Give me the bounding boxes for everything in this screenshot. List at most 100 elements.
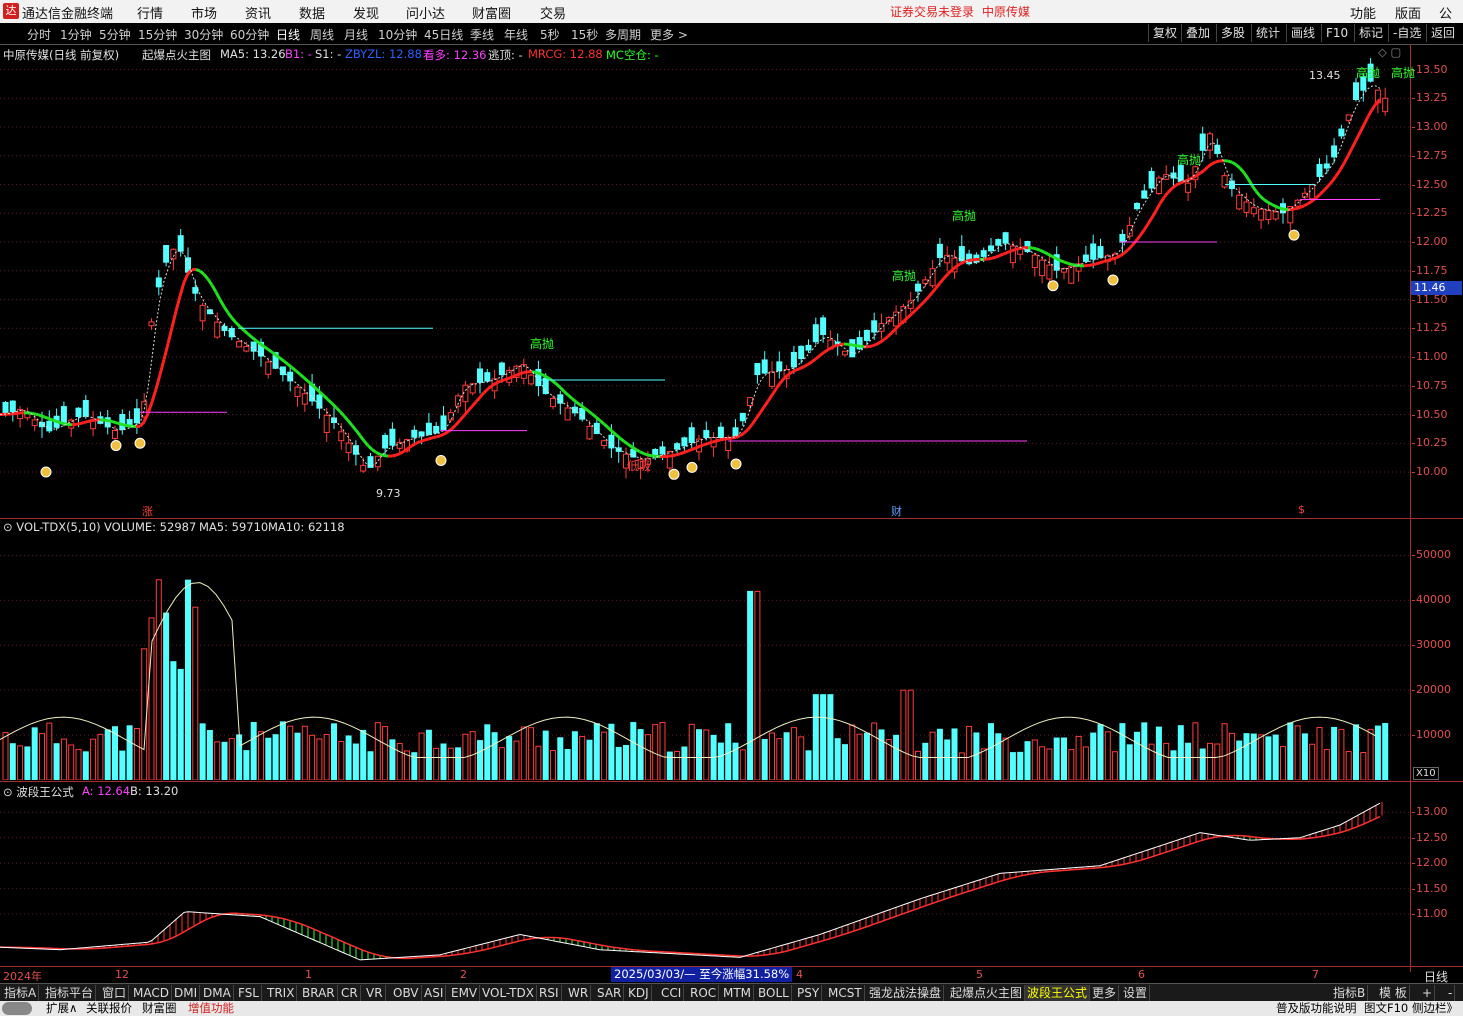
panel-divider-2[interactable] [0, 781, 1463, 782]
period-60min[interactable]: 60分钟 [230, 26, 269, 43]
tab-right-2[interactable]: + [1420, 985, 1436, 1001]
menu-caifuquan[interactable]: 财富圈 [472, 3, 511, 22]
main-kline-chart[interactable] [0, 58, 1410, 518]
menu-gongneng[interactable]: 功能 [1350, 3, 1376, 22]
tab-2[interactable]: 窗口 [100, 985, 130, 1001]
tab-9[interactable]: CR [339, 985, 361, 1001]
tab-18[interactable]: KDJ [626, 985, 652, 1001]
tab-24[interactable]: MCST [826, 985, 865, 1001]
panel-divider-1[interactable] [0, 518, 1463, 519]
mrcg-line-segment [366, 444, 374, 451]
event-cai-label[interactable]: 财 [891, 503, 902, 519]
wave-chart[interactable] [0, 797, 1410, 965]
status-guanlian[interactable]: 关联报价 [86, 1001, 132, 1016]
period-1min[interactable]: 1分钟 [60, 26, 92, 43]
period-daily[interactable]: 日线 [276, 26, 300, 43]
status-caifuquan[interactable]: 财富圈 [142, 1001, 177, 1016]
tab-29[interactable]: 设置 [1121, 985, 1151, 1001]
mrcg-line-segment [1279, 206, 1285, 211]
tab-14[interactable]: VOL-TDX [480, 985, 537, 1001]
tab-16[interactable]: WR [566, 985, 592, 1001]
tab-0[interactable]: 指标A [2, 985, 40, 1001]
volume-bar [1345, 751, 1352, 780]
period-fenshi[interactable]: 分时 [27, 26, 51, 43]
period-quarter[interactable]: 季线 [470, 26, 494, 43]
btn-tongji[interactable]: 统计 [1251, 24, 1284, 42]
mrcg-line-segment [639, 450, 645, 456]
period-more[interactable]: 更多 > [650, 26, 688, 43]
tab-20[interactable]: ROC [688, 985, 720, 1001]
tab-13[interactable]: EMV [449, 985, 481, 1001]
status-zengzhi[interactable]: 增值功能 [188, 1001, 234, 1016]
mrcg-line-segment [1291, 207, 1297, 211]
tab-27[interactable]: 波段王公式 [1025, 985, 1091, 1001]
tab-8[interactable]: BRAR [300, 985, 338, 1001]
tab-right-3[interactable]: - [1446, 985, 1456, 1001]
mrcg-line-segment [1158, 196, 1166, 205]
volume-chart[interactable] [0, 533, 1410, 780]
period-multi[interactable]: 多周期 [605, 26, 641, 43]
period-5min[interactable]: 5分钟 [99, 26, 131, 43]
period-45day[interactable]: 45日线 [424, 26, 463, 43]
tab-23[interactable]: PSY [795, 985, 823, 1001]
tab-15[interactable]: RSI [537, 985, 562, 1001]
period-5s[interactable]: 5秒 [540, 26, 560, 43]
period-10min[interactable]: 10分钟 [378, 26, 417, 43]
tab-6[interactable]: FSL [236, 985, 262, 1001]
status-kuozhan[interactable]: 扩展∧ [46, 1001, 77, 1016]
event-zhang-label[interactable]: 涨 [142, 503, 153, 519]
tab-7[interactable]: TRIX [265, 985, 298, 1001]
period-monthly[interactable]: 月线 [344, 26, 368, 43]
period-weekly[interactable]: 周线 [310, 26, 334, 43]
tab-5[interactable]: DMA [201, 985, 234, 1001]
toggle-icon[interactable] [2, 1002, 32, 1015]
tab-3[interactable]: MACD [131, 985, 172, 1001]
event-dollar-label[interactable]: $ [1298, 503, 1305, 516]
period-year[interactable]: 年线 [504, 26, 528, 43]
tab-28[interactable]: 更多 [1090, 985, 1120, 1001]
status-f10[interactable]: 图文F10 [1364, 1001, 1408, 1016]
tab-26[interactable]: 起爆点火主图 [948, 985, 1026, 1001]
btn-huaxian[interactable]: 画线 [1286, 24, 1319, 42]
menu-jiaoyi[interactable]: 交易 [540, 3, 566, 22]
tab-1[interactable]: 指标平台 [43, 985, 97, 1001]
status-sidebar[interactable]: 侧边栏》 [1412, 1001, 1458, 1016]
btn-biaoji[interactable]: 标记 [1354, 24, 1387, 42]
menu-wenxiaoda[interactable]: 问小达 [406, 3, 445, 22]
tab-22[interactable]: BOLL [756, 985, 792, 1001]
low-price-label: 9.73 [376, 487, 401, 500]
status-puji[interactable]: 普及版功能说明 [1276, 1001, 1357, 1016]
panel-close-icon[interactable]: ◇ ▢ [1378, 45, 1401, 59]
menu-shuju[interactable]: 数据 [299, 3, 325, 22]
btn-duogu[interactable]: 多股 [1216, 24, 1249, 42]
volume-bar [287, 725, 294, 780]
menu-hangqing[interactable]: 行情 [137, 3, 163, 22]
tab-11[interactable]: OBV [391, 985, 422, 1001]
tab-19[interactable]: CCI [659, 985, 685, 1001]
tab-4[interactable]: DMI [172, 985, 201, 1001]
tab-12[interactable]: ASI [422, 985, 447, 1001]
menu-banmian[interactable]: 版面 [1395, 3, 1421, 22]
menu-shichang[interactable]: 市场 [191, 3, 217, 22]
tab-25[interactable]: 强龙战法操盘 [867, 985, 945, 1001]
login-notice[interactable]: 证券交易未登录 [890, 3, 974, 20]
candle-body [922, 279, 929, 284]
btn-fanhui[interactable]: 返回 [1426, 24, 1459, 42]
tab-21[interactable]: MTM [721, 985, 755, 1001]
btn-zixuan[interactable]: -自选 [1388, 24, 1425, 42]
menu-faxian[interactable]: 发现 [353, 3, 379, 22]
menu-zixun[interactable]: 资讯 [245, 3, 271, 22]
btn-fuquan[interactable]: 复权 [1148, 24, 1181, 42]
period-30min[interactable]: 30分钟 [184, 26, 223, 43]
btn-diejia[interactable]: 叠加 [1181, 24, 1214, 42]
vol-panel-title[interactable]: ⊙ VOL-TDX(5,10) [3, 520, 101, 534]
period-15s[interactable]: 15秒 [571, 26, 598, 43]
tab-10[interactable]: VR [364, 985, 386, 1001]
mrcg-line-segment [123, 423, 129, 428]
period-15min[interactable]: 15分钟 [138, 26, 177, 43]
btn-f10[interactable]: F10 [1321, 24, 1352, 42]
mrcg-line-segment [162, 343, 170, 360]
tab-17[interactable]: SAR [595, 985, 625, 1001]
tab-right-0[interactable]: 指标B [1331, 985, 1369, 1001]
tab-right-1[interactable]: 模 板 [1377, 985, 1410, 1001]
